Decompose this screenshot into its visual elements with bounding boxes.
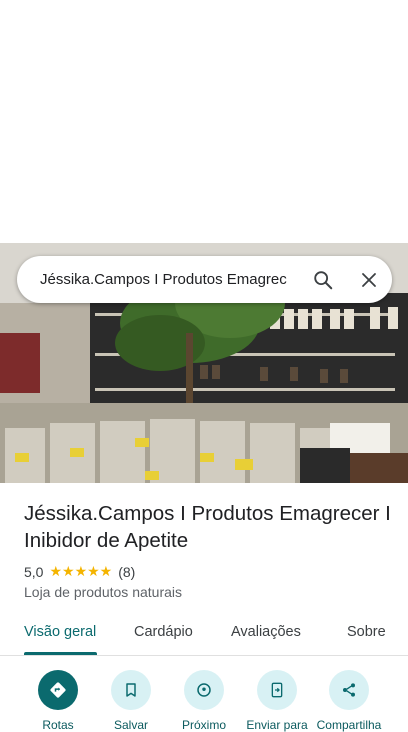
- directions-icon: [38, 670, 78, 710]
- tab-menu[interactable]: Cardápio: [134, 624, 193, 640]
- share-label: Compartilha: [316, 718, 382, 732]
- map-blank-area: [0, 0, 408, 243]
- nearby-label: Próximo: [181, 718, 226, 732]
- nearby-icon: [184, 670, 224, 710]
- close-icon[interactable]: [346, 257, 392, 303]
- review-count: (8): [118, 563, 136, 580]
- send-to-phone-button[interactable]: Enviar para: [240, 670, 314, 732]
- directions-label: Rotas: [42, 718, 74, 732]
- rating-row[interactable]: 5,0 ★★★★★ (8): [24, 563, 135, 580]
- rating-value: 5,0: [24, 563, 44, 580]
- place-category: Loja de produtos naturais: [24, 584, 182, 600]
- directions-button[interactable]: Rotas: [21, 670, 95, 732]
- place-tabs: Visão geral Cardápio Avaliações Sobre: [0, 614, 408, 656]
- nearby-button[interactable]: Próximo: [167, 670, 241, 732]
- send-to-phone-label: Enviar para: [246, 718, 308, 732]
- tab-about[interactable]: Sobre: [347, 624, 386, 640]
- search-query-text[interactable]: Jéssika.Campos I Produtos Emagrec: [40, 271, 300, 288]
- tab-reviews[interactable]: Avaliações: [231, 624, 301, 640]
- active-tab-indicator: [24, 652, 97, 655]
- share-button[interactable]: Compartilha: [312, 670, 386, 732]
- bookmark-icon: [111, 670, 151, 710]
- search-bar[interactable]: Jéssika.Campos I Produtos Emagrec: [17, 256, 392, 303]
- tab-overview[interactable]: Visão geral: [24, 624, 96, 640]
- save-button[interactable]: Salvar: [94, 670, 168, 732]
- star-rating-icon: ★★★★★: [49, 563, 113, 579]
- place-title: Jéssika.Campos I Produtos Emagrecer I In…: [24, 502, 391, 552]
- save-label: Salvar: [113, 718, 148, 732]
- share-icon: [329, 670, 369, 710]
- action-buttons-row: Rotas Salvar Próximo Enviar para Compart…: [0, 670, 408, 732]
- search-icon[interactable]: [300, 257, 346, 303]
- send-to-phone-icon: [257, 670, 297, 710]
